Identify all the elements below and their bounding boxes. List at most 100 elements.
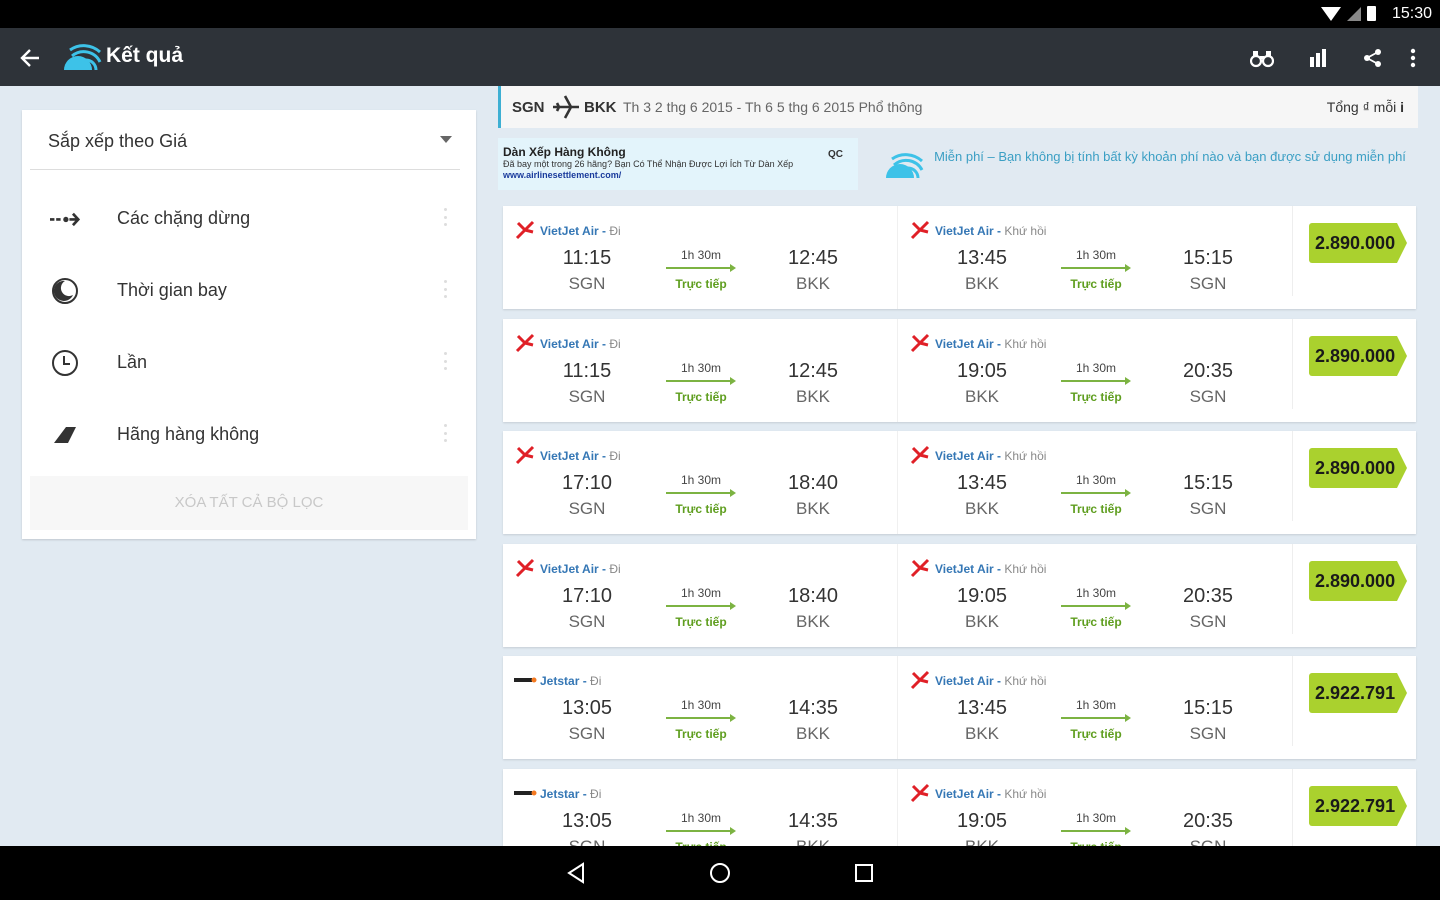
arrival-time: 14:35 — [787, 697, 839, 719]
price-area: 2.890.000 — [1292, 206, 1416, 296]
leg-direction: Đi — [609, 562, 621, 576]
airline-name: VietJet Air - Đi — [540, 449, 621, 463]
airline-label: VietJet Air — [540, 449, 599, 463]
departure-time: 13:45 — [956, 697, 1008, 719]
status-bar: 15:30 — [0, 0, 1440, 28]
stops-label: Trực tiếp — [1070, 277, 1122, 291]
nav-recents-icon — [855, 864, 873, 882]
price-basis: Tổng ₫ mỗi ‮i — [1327, 99, 1404, 115]
nav-home-icon — [710, 863, 730, 883]
departure-airport: SGN — [568, 387, 606, 406]
person-icon: ‮i — [1400, 99, 1404, 115]
signal-icon — [1347, 6, 1361, 21]
departure-time: 11:15 — [562, 247, 612, 269]
leg-direction: Khứ hồi — [1004, 562, 1047, 576]
price-tag[interactable]: 2.922.791 — [1309, 673, 1407, 713]
ad-banner[interactable]: Dàn Xếp Hàng Không Đã bay một trong 26 h… — [498, 138, 858, 190]
vietjet-logo-icon — [513, 557, 537, 579]
price-tag[interactable]: 2.922.791 — [1309, 786, 1407, 826]
result-card[interactable]: VietJet Air - Đi 11:15 SGN 1h 30m Trực tiếp 1… — [503, 206, 1416, 309]
duration-arrow — [1061, 714, 1131, 722]
airline-label: VietJet Air — [935, 562, 994, 576]
vietjet-logo-icon — [513, 332, 537, 354]
arrival-time: 18:40 — [787, 585, 839, 607]
search-summary-bar[interactable]: SGN BKK Th 3 2 thg 6 2015 - Th 6 5 thg 6… — [498, 86, 1418, 128]
price-area: 2.890.000 — [1292, 544, 1416, 634]
stops-label: Trực tiếp — [1070, 727, 1122, 741]
price-chart-button[interactable] — [1302, 42, 1334, 74]
airline-label: VietJet Air — [540, 337, 599, 351]
jetstar-logo-icon — [513, 782, 537, 804]
overflow-menu-button[interactable] — [1397, 42, 1429, 74]
stops-label: Trực tiếp — [675, 615, 727, 629]
departure-airport: SGN — [568, 274, 606, 293]
departure-airport: SGN — [568, 499, 606, 518]
result-card[interactable]: VietJet Air - Đi 17:10 SGN 1h 30m Trực tiếp 1… — [503, 544, 1416, 647]
stops-label: Trực tiếp — [1070, 390, 1122, 404]
drag-handle-icon[interactable] — [444, 352, 448, 370]
outbound-leg: VietJet Air - Đi 17:10 SGN 1h 30m Trực tiếp 1… — [503, 544, 897, 647]
clock-icon — [50, 348, 80, 378]
vietjet-logo-icon — [513, 219, 537, 241]
outbound-leg: VietJet Air - Đi 11:15 SGN 1h 30m Trực tiếp 1… — [503, 319, 897, 422]
arrival-time: 18:40 — [787, 472, 839, 494]
flight-duration: 1h 30m — [1075, 811, 1117, 825]
price-basis-label: Tổng ₫ mỗi — [1326, 99, 1397, 115]
filter-item-stops[interactable]: Các chặng dừng — [22, 182, 476, 254]
airline-name: VietJet Air - Khứ hồi — [935, 674, 1047, 688]
flight-duration: 1h 30m — [1075, 586, 1117, 600]
duration-arrow — [666, 827, 736, 835]
airline-label: VietJet Air — [935, 337, 994, 351]
airline-label: Jetstar — [540, 674, 580, 688]
airline-name: VietJet Air - Khứ hồi — [935, 562, 1047, 576]
filter-item-label: Lần — [117, 352, 148, 372]
sort-dropdown[interactable]: Sắp xếp theo Giá — [30, 110, 460, 170]
price-tag[interactable]: 2.890.000 — [1309, 336, 1407, 376]
caret-down-icon — [440, 136, 452, 143]
price-tag[interactable]: 2.890.000 — [1309, 223, 1407, 263]
flight-duration: 1h 30m — [680, 473, 722, 487]
leg-direction: Khứ hồi — [1004, 449, 1047, 463]
filter-item-times[interactable]: Lần — [22, 326, 476, 398]
leg-direction: Khứ hồi — [1004, 224, 1047, 238]
price-tag[interactable]: 2.890.000 — [1309, 561, 1407, 601]
duration-arrow — [666, 264, 736, 272]
arrival-time: 12:45 — [787, 360, 839, 382]
leg-direction: Đi — [609, 449, 621, 463]
leg-direction: Khứ hồi — [1004, 337, 1047, 351]
binoculars-button[interactable] — [1246, 42, 1278, 74]
return-leg: VietJet Air - Khứ hồi 13:45 BKK 1h 30m Trực … — [897, 656, 1291, 759]
arrival-airport: SGN — [1189, 612, 1227, 631]
arrival-time: 14:35 — [787, 810, 839, 832]
flight-time-icon — [50, 276, 80, 306]
drag-handle-icon[interactable] — [444, 424, 448, 442]
result-card[interactable]: VietJet Air - Đi 11:15 SGN 1h 30m Trực tiếp 1… — [503, 319, 1416, 422]
plane-icon — [553, 95, 579, 119]
clear-all-filters-button[interactable]: XÓA TẤT CẢ BỘ LỌC — [30, 476, 468, 530]
price-tag[interactable]: 2.890.000 — [1309, 448, 1407, 488]
nav-back-button[interactable] — [562, 859, 590, 887]
arrival-airport: BKK — [795, 499, 831, 518]
stops-label: Trực tiếp — [675, 502, 727, 516]
filter-item-flight-time[interactable]: Thời gian bay — [22, 254, 476, 326]
back-button[interactable] — [14, 42, 46, 74]
result-card[interactable]: VietJet Air - Đi 17:10 SGN 1h 30m Trực tiếp 1… — [503, 431, 1416, 534]
departure-airport: BKK — [964, 387, 1000, 406]
nav-home-button[interactable] — [706, 859, 734, 887]
nav-recents-button[interactable] — [850, 859, 878, 887]
destination-code: BKK — [584, 99, 617, 116]
result-card[interactable]: Jetstar - Đi 13:05 SGN 1h 30m Trực tiếp 14:35… — [503, 656, 1416, 759]
airline-name: Jetstar - Đi — [540, 674, 602, 688]
filter-item-airlines[interactable]: Hãng hàng không — [22, 398, 476, 470]
arrival-airport: SGN — [1189, 274, 1227, 293]
departure-time: 13:05 — [561, 697, 613, 719]
stops-icon — [50, 204, 80, 234]
airline-label: Jetstar — [540, 787, 580, 801]
arrival-time: 20:35 — [1182, 585, 1234, 607]
share-button[interactable] — [1357, 42, 1389, 74]
departure-time: 17:10 — [561, 585, 613, 607]
airline-label: VietJet Air — [540, 562, 599, 576]
drag-handle-icon[interactable] — [444, 208, 448, 226]
drag-handle-icon[interactable] — [444, 280, 448, 298]
nav-back-icon — [567, 862, 584, 884]
